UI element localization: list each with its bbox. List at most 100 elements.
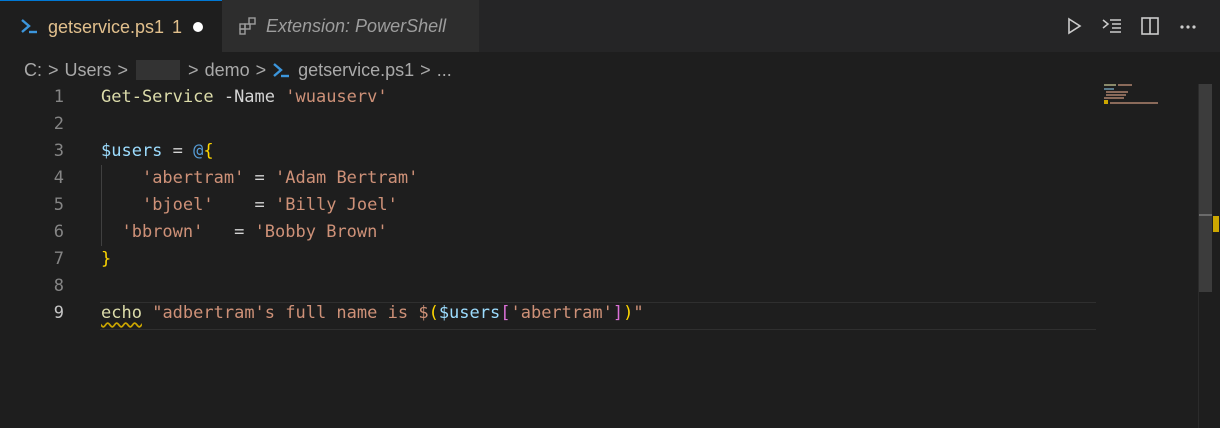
code-token: -Name xyxy=(213,87,286,107)
code-editor[interactable]: 1 Get-Service -Name 'wuauserv' 2 3 $users = … xyxy=(0,84,1100,428)
code-token: ) xyxy=(623,303,634,323)
tab-bar: getservice.ps1 1 Extension: PowerShell xyxy=(0,0,1220,52)
code-token: @ xyxy=(193,141,204,161)
minimap-line xyxy=(1106,91,1128,93)
code-token: 'Adam Bertram' xyxy=(275,168,419,188)
code-line[interactable]: 1 Get-Service -Name 'wuauserv' xyxy=(0,84,1100,111)
code-line[interactable]: 7} xyxy=(0,246,1100,273)
breadcrumb-item-users[interactable]: Users xyxy=(65,60,112,81)
code-token: = xyxy=(213,195,276,215)
minimap-line xyxy=(1104,102,1108,104)
code-token: "adbertram's full name is xyxy=(152,303,419,323)
code-line[interactable]: 2 xyxy=(0,111,1100,138)
line-number: 7 xyxy=(53,249,64,269)
code-text: Get-Service -Name 'wuauserv' xyxy=(101,84,388,111)
line-number: 1 xyxy=(53,87,64,107)
code-token: $users xyxy=(438,303,501,323)
code-token: $users xyxy=(101,141,163,161)
tab-getservice[interactable]: getservice.ps1 1 xyxy=(0,0,222,52)
extension-icon xyxy=(239,17,256,35)
code-text: echo "adbertram's full name is $($users[… xyxy=(101,300,644,327)
code-text: } xyxy=(101,246,111,273)
breadcrumb-separator: > xyxy=(188,59,199,80)
code-text: 'bbrown' = 'Bobby Brown' xyxy=(101,219,388,246)
minimap-line xyxy=(1110,102,1158,104)
split-editor-button[interactable] xyxy=(1138,14,1162,38)
breadcrumb-item-demo[interactable]: demo xyxy=(205,60,250,81)
tab-label: Extension: PowerShell xyxy=(266,16,447,36)
run-button[interactable] xyxy=(1062,14,1086,38)
code-text: $users = @{ xyxy=(101,138,214,165)
code-token: $ xyxy=(418,303,429,323)
minimap-line xyxy=(1106,94,1126,96)
code-token: ] xyxy=(612,303,624,323)
powershell-icon xyxy=(273,63,290,78)
line-number: 4 xyxy=(53,168,64,188)
tab-extension-powershell[interactable]: Extension: PowerShell xyxy=(222,0,480,52)
code-token: 'abertram' xyxy=(141,168,245,188)
more-actions-icon xyxy=(1180,25,1196,29)
line-number: 9 xyxy=(53,303,64,323)
scrollbar-warning-marker xyxy=(1213,216,1219,232)
code-token: [ xyxy=(500,303,511,323)
breadcrumb-separator: > xyxy=(48,59,59,80)
minimap-line xyxy=(1104,97,1124,99)
redacted-username[interactable] xyxy=(136,60,181,80)
breadcrumb-separator: > xyxy=(255,59,267,80)
code-line[interactable]: 8 xyxy=(0,273,1100,300)
tab-label: getservice.ps1 xyxy=(48,17,165,37)
split-editor-icon xyxy=(1141,17,1159,35)
line-number: 2 xyxy=(53,114,64,134)
problems-count-badge: 1 xyxy=(172,17,183,37)
minimap-line xyxy=(1118,84,1132,86)
code-token: 'bbrown' xyxy=(121,222,204,242)
breadcrumb-item-drive[interactable]: C: xyxy=(24,60,42,81)
code-token: 'bjoel' xyxy=(141,195,214,215)
code-token: ( xyxy=(428,303,439,323)
code-token: " xyxy=(633,303,644,323)
code-token: 'Billy Joel' xyxy=(275,195,398,215)
run-selection-button[interactable] xyxy=(1100,14,1124,38)
unsaved-dot-icon[interactable] xyxy=(193,22,203,32)
minimap-line xyxy=(1104,88,1114,90)
code-token: 'wuauserv' xyxy=(285,87,388,107)
code-token: 'Bobby Brown' xyxy=(254,222,388,242)
more-actions-button[interactable] xyxy=(1176,14,1200,38)
code-token: } xyxy=(101,249,112,269)
breadcrumb: C: > Users > > demo > getservice.ps1 > .… xyxy=(24,58,452,82)
breadcrumb-separator: > xyxy=(117,59,129,80)
breadcrumb-item-file[interactable]: getservice.ps1 xyxy=(298,60,414,81)
code-token: = xyxy=(244,168,276,188)
run-icon xyxy=(1068,17,1082,35)
minimap[interactable] xyxy=(1104,84,1164,114)
scrollbar-cursor-marker xyxy=(1199,214,1212,216)
scrollbar-thumb[interactable] xyxy=(1199,84,1212,292)
code-line[interactable]: 9 echo "adbertram's full name is $($users… xyxy=(0,300,1100,327)
code-text: 'bjoel' = 'Billy Joel' xyxy=(101,192,398,219)
breadcrumb-separator: > xyxy=(420,59,431,80)
line-number: 5 xyxy=(53,195,64,215)
editor-actions xyxy=(1062,14,1200,38)
code-token: = xyxy=(162,141,194,161)
line-number: 8 xyxy=(53,276,64,296)
line-number: 3 xyxy=(53,141,64,161)
code-token: { xyxy=(203,141,214,161)
code-line[interactable]: 3 $users = @{ xyxy=(0,138,1100,165)
code-line[interactable]: 4 'abertram' = 'Adam Bertram' xyxy=(0,165,1100,192)
code-token: = xyxy=(203,222,255,242)
breadcrumb-item-symbols[interactable]: ... xyxy=(437,60,452,81)
line-number: 6 xyxy=(53,222,64,242)
code-line[interactable]: 6 'bbrown' = 'Bobby Brown' xyxy=(0,219,1100,246)
code-text: 'abertram' = 'Adam Bertram' xyxy=(101,165,418,192)
code-token: Get-Service xyxy=(101,87,214,107)
powershell-icon xyxy=(21,19,37,34)
code-token: 'abertram' xyxy=(510,303,613,323)
minimap-line xyxy=(1104,84,1116,86)
code-token: echo xyxy=(101,303,142,323)
run-selection-icon xyxy=(1102,19,1121,33)
code-line[interactable]: 5 'bjoel' = 'Billy Joel' xyxy=(0,192,1100,219)
